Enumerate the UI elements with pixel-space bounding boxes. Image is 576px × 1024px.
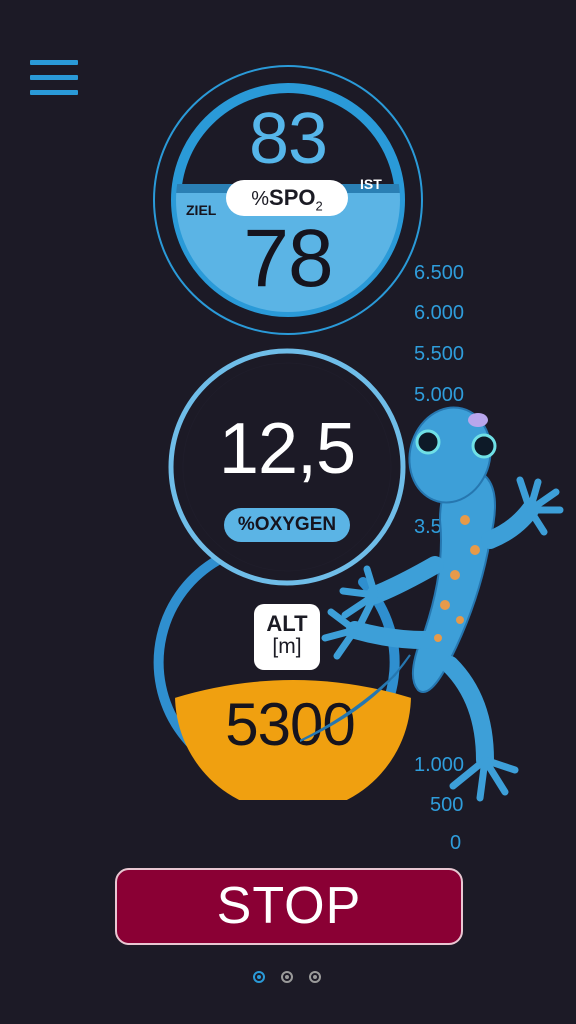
hamburger-menu-icon (30, 60, 78, 65)
stop-button[interactable]: STOP (115, 868, 463, 945)
spo2-gauge: 83 %SPO2 IST ZIEL 78 (150, 62, 426, 338)
page-indicator (250, 968, 330, 988)
altitude-unit-badge: ALT [m] (254, 604, 320, 670)
page-dot-1[interactable] (253, 971, 265, 983)
spo2-label-pill: %SPO2 (226, 180, 348, 216)
page-dot-2[interactable] (281, 971, 293, 983)
scale-tick-6500: 6.500 (414, 262, 465, 284)
menu-button[interactable] (28, 58, 80, 98)
page-dot-3[interactable] (309, 971, 321, 983)
scale-tick-6000: 6.000 (414, 302, 465, 324)
scale-tick-5500: 5.500 (414, 343, 465, 365)
ist-label: IST (360, 176, 382, 192)
spo2-ist-value: 83 (248, 99, 328, 179)
gecko-mascot (219, 400, 576, 860)
spo2-ziel-value: 78 (243, 213, 333, 304)
gecko-icon (219, 406, 564, 802)
